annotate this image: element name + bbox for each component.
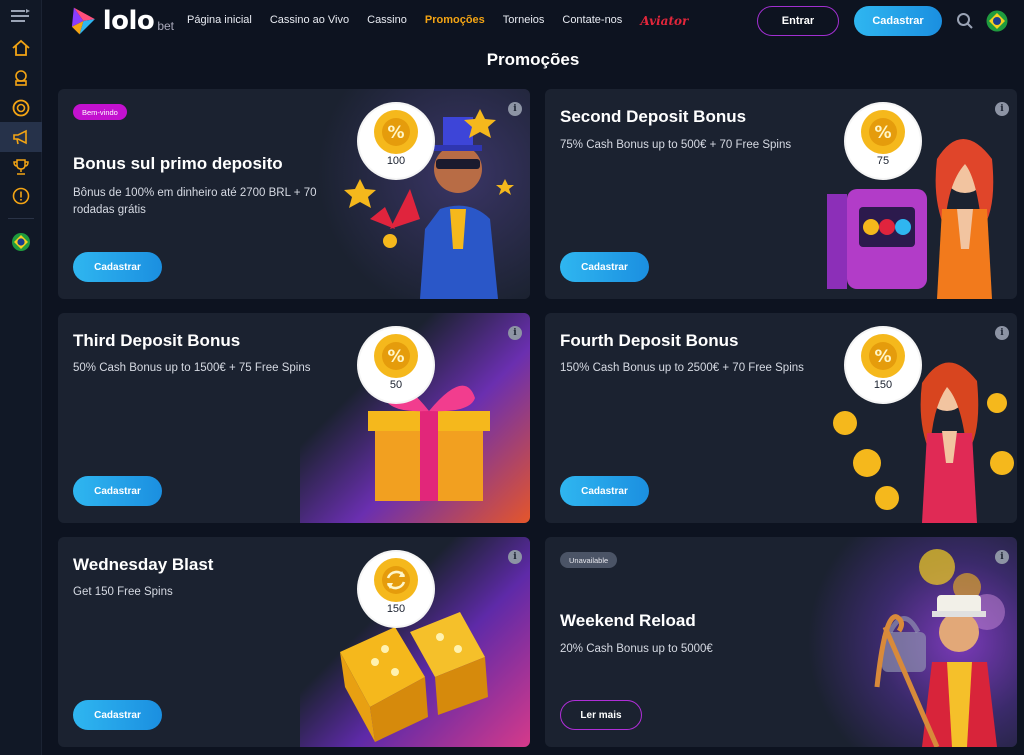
info-icon [12,187,30,205]
card-title: Weekend Reload [560,611,696,630]
card-description: Get 150 Free Spins [73,586,173,598]
login-button[interactable]: Entrar [757,6,839,36]
sidebar [0,0,42,755]
sidebar-item-tournaments[interactable] [0,153,42,181]
home-icon [12,39,30,56]
megaphone-icon [13,129,27,145]
coin-value: 150 [386,603,406,615]
bonus-percent-coin: % 75 [846,104,920,178]
sidebar-item-info[interactable] [0,182,42,210]
live-casino-icon [12,99,30,117]
promo-card: % 50 Third Deposit Bonus 50% Cash Bonus … [58,313,530,523]
coin-value: 50 [389,379,403,391]
free-spins-coin: 150 [359,552,433,626]
info-icon[interactable]: i [995,326,1009,340]
page-title: Promoções [486,50,580,69]
percent-coin-icon: % [861,334,905,378]
logo-subtext: bet [157,19,174,33]
nav-casino[interactable]: Cassino [367,14,407,28]
info-icon[interactable]: i [995,102,1009,116]
unavailable-badge: Unavailable [560,552,618,568]
top-header: lolo bet Página inicial Cassino ao Vivo … [42,0,1024,44]
info-icon[interactable]: i [508,102,522,116]
nav-contact[interactable]: Contate-nos [562,14,622,28]
svg-text:%: % [387,347,404,367]
card-title: Bonus sul primo deposito [73,154,283,173]
card-title: Fourth Deposit Bonus [560,331,739,350]
svg-text:%: % [387,123,404,143]
search-icon[interactable] [956,12,974,30]
slot-machine-icon [15,70,27,86]
coin-value: 100 [386,155,406,167]
info-icon[interactable]: i [995,550,1009,564]
read-more-button[interactable]: Ler mais [560,700,642,730]
nav-tournaments[interactable]: Torneios [503,14,545,28]
menu-icon [11,9,30,22]
info-icon[interactable]: i [508,550,522,564]
coin-value: 75 [876,155,890,167]
promo-card: % 75 Second Deposit Bonus 75% Cash Bonus… [545,89,1017,299]
nav-promotions[interactable]: Promoções [425,14,485,28]
sidebar-item-live-casino[interactable] [0,94,42,122]
card-register-button[interactable]: Cadastrar [73,476,162,506]
main-nav: Página inicial Cassino ao Vivo Cassino P… [187,14,706,28]
bonus-percent-coin: % 50 [359,328,433,402]
promo-card: % 150 Fourth Deposit Bonus 150% Cash Bon… [545,313,1017,523]
percent-coin-icon: % [374,110,418,154]
nav-home[interactable]: Página inicial [187,14,252,28]
brazil-flag-icon[interactable] [986,10,1008,32]
sidebar-language[interactable] [0,228,42,256]
logo-icon [71,7,95,35]
spin-coin-icon [374,558,418,602]
nav-aviator[interactable]: Aviator [640,14,688,28]
card-description: 20% Cash Bonus up to 5000€ [560,643,713,655]
card-register-button[interactable]: Cadastrar [560,252,649,282]
welcome-badge: Bem-vindo [73,104,127,120]
card-description: 75% Cash Bonus up to 500€ + 70 Free Spin… [560,139,792,151]
trophy-icon [13,159,29,175]
promo-card: 150 Wednesday Blast Get 150 Free Spins C… [58,537,530,747]
sidebar-menu-toggle[interactable] [0,2,42,30]
register-button[interactable]: Cadastrar [854,6,942,36]
coin-value: 150 [873,379,893,391]
brazil-flag-icon [12,233,30,251]
card-title: Wednesday Blast [73,555,214,574]
bonus-percent-coin: % 150 [846,328,920,402]
card-register-button[interactable]: Cadastrar [73,700,162,730]
card-register-button[interactable]: Cadastrar [73,252,162,282]
percent-coin-icon: % [861,110,905,154]
promo-card: Unavailable Weekend Reload 20% Cash Bonu… [545,537,1017,747]
card-description: Bônus de 100% em dinheiro até 2700 BRL +… [73,187,317,216]
logo-text: lolo [102,6,155,36]
svg-text:%: % [874,123,891,143]
card-register-button[interactable]: Cadastrar [560,476,649,506]
sidebar-divider [8,218,34,219]
card-description: 150% Cash Bonus up to 2500€ + 70 Free Sp… [560,362,804,374]
card-description: 50% Cash Bonus up to 1500€ + 75 Free Spi… [73,362,311,374]
bonus-percent-coin: % 100 [359,104,433,178]
percent-coin-icon: % [374,334,418,378]
card-title: Third Deposit Bonus [73,331,241,350]
sidebar-item-promotions[interactable] [0,122,42,152]
sidebar-item-home[interactable] [0,34,42,62]
svg-text:%: % [874,347,891,367]
promo-card: % 100 Bem-vindo Bonus sul primo deposito… [58,89,530,299]
card-title: Second Deposit Bonus [560,107,747,126]
info-icon[interactable]: i [508,326,522,340]
logo[interactable]: lolo bet [70,4,174,38]
sidebar-item-slots[interactable] [0,64,42,92]
nav-live-casino[interactable]: Cassino ao Vivo [270,14,349,28]
